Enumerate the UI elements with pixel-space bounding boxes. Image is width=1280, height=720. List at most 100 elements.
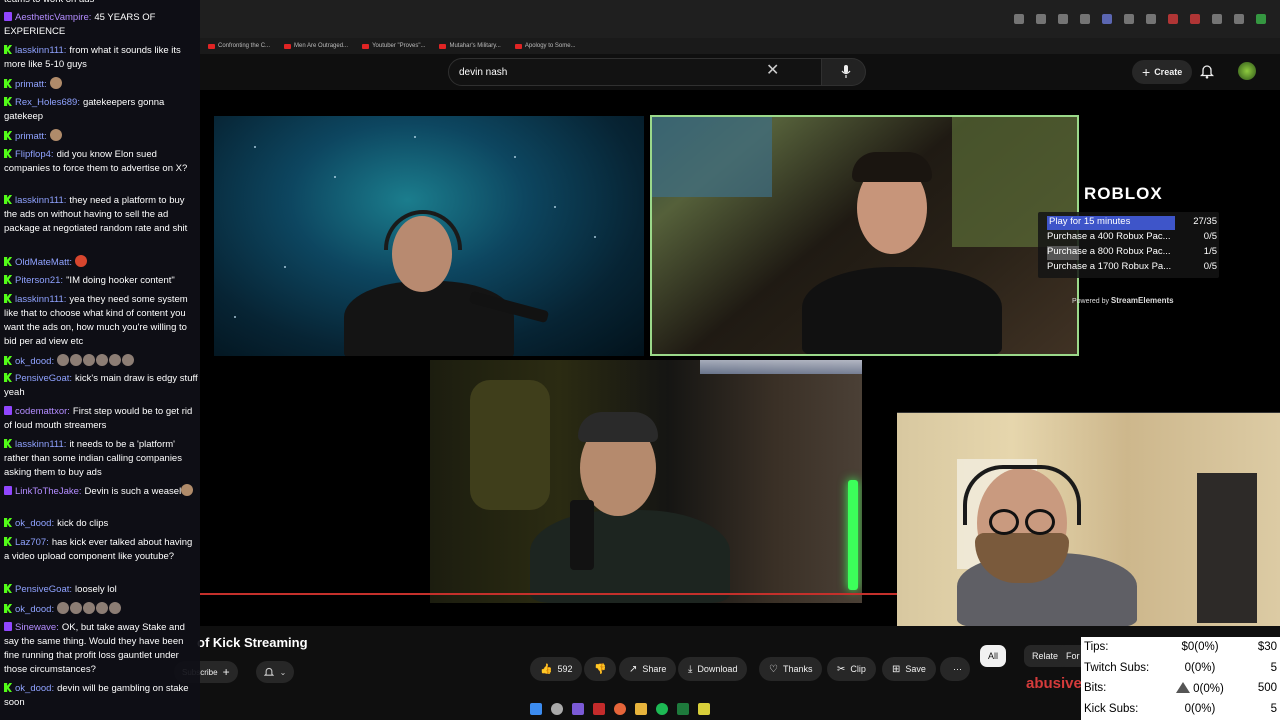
app-icon[interactable]: [593, 703, 605, 715]
search-page-icon[interactable]: [1036, 14, 1046, 24]
thumbs-up-button[interactable]: 👍 592: [530, 657, 583, 681]
chat-username[interactable]: ok_dood:: [15, 356, 54, 367]
tip-goal: 5: [1270, 661, 1277, 674]
tip-goal: 500: [1257, 682, 1277, 694]
notifications-icon[interactable]: [1200, 63, 1214, 79]
action-label: Clip: [850, 664, 866, 674]
voice-search-button[interactable]: [834, 60, 858, 84]
folder-icon[interactable]: [635, 703, 647, 715]
video-player[interactable]: [200, 90, 1280, 626]
chat-username[interactable]: LinkToTheJake:: [15, 486, 82, 497]
kick-badge-icon: [4, 45, 12, 54]
tip-value-text: $0(0%): [1181, 641, 1219, 653]
quest-name: Play for 15 minutes: [1047, 216, 1175, 230]
emote-icon: [57, 602, 70, 614]
bookmark-item[interactable]: Apology to Some...: [514, 43, 576, 49]
extension-icon[interactable]: [1168, 14, 1178, 24]
person-silhouette: [530, 510, 730, 603]
chat-message: ok_dood: kick do clips: [4, 517, 198, 531]
emote-icon: [83, 354, 96, 366]
play-icon[interactable]: [1124, 14, 1134, 24]
tip-value: $0(0%): [1160, 641, 1240, 653]
chat-username[interactable]: primatt:: [15, 131, 47, 142]
chat-username[interactable]: Flipflop4:: [15, 149, 54, 160]
notification-bell-button[interactable]: ⌄: [256, 661, 294, 683]
chat-username[interactable]: lasskinn111:: [15, 195, 66, 206]
star-icon[interactable]: [1080, 14, 1090, 24]
thanks-icon: ♡: [769, 663, 778, 675]
chat-username[interactable]: lasskinn111:: [15, 439, 66, 450]
menu-icon[interactable]: [1234, 14, 1244, 24]
powered-brand: StreamElements: [1110, 296, 1174, 305]
chat-username[interactable]: ok_dood:: [15, 518, 54, 529]
chat-text: teams to work on ads: [4, 0, 94, 5]
profile-icon[interactable]: [1256, 14, 1266, 24]
thumbs-down-icon: 👎: [594, 663, 607, 675]
chat-username[interactable]: Piterson21:: [15, 275, 63, 286]
tip-value: 0(0%): [1160, 662, 1240, 674]
chat-message: LinkToTheJake: Devin is such a weasel: [4, 484, 198, 499]
chat-message: AestheticVampire: 45 YEARS OF EXPERIENCE: [4, 11, 198, 39]
action-label: Download: [697, 664, 738, 674]
spotify-icon[interactable]: [656, 703, 668, 715]
screen: Confronting the C... Men Are Outraged... Y…: [0, 0, 1280, 720]
tip-row: Bits: 0(0%) 500: [1084, 679, 1277, 697]
thumbs-down-button[interactable]: 👎: [584, 657, 617, 681]
bookmark-item[interactable]: Mutahar's Military...: [439, 43, 501, 49]
kick-badge-icon: [4, 97, 12, 106]
clip-button[interactable]: ✂ Clip: [827, 657, 876, 681]
more-button[interactable]: ⋯: [940, 657, 970, 681]
bookmark-item[interactable]: Youtuber "Proves"...: [362, 43, 425, 49]
podcast-mic: [570, 500, 594, 570]
action-label: 592: [557, 664, 573, 674]
account-avatar[interactable]: [1238, 62, 1256, 80]
chat-message: Piterson21: "IM doing hooker content": [4, 274, 198, 288]
bookmark-item[interactable]: Confronting the C...: [208, 43, 270, 49]
search-taskbar-icon[interactable]: [551, 703, 563, 715]
zoom-icon[interactable]: [1014, 14, 1024, 24]
chat-username[interactable]: Laz707:: [15, 537, 49, 548]
chat-username[interactable]: lasskinn111:: [15, 45, 66, 56]
app-icon[interactable]: [572, 703, 584, 715]
emote-icon: [70, 354, 83, 366]
browser-icon[interactable]: [614, 703, 626, 715]
chat-username[interactable]: primatt:: [15, 79, 47, 90]
chat-username[interactable]: codemattxor:: [15, 406, 70, 417]
chat-message: ok_dood:: [4, 354, 198, 369]
chat-username[interactable]: PensiveGoat:: [15, 584, 72, 595]
excel-icon[interactable]: [677, 703, 689, 715]
app-icon[interactable]: [698, 703, 710, 715]
chat-username[interactable]: Sinewave:: [15, 622, 59, 633]
chat-username[interactable]: ok_dood:: [15, 604, 54, 615]
chat-username[interactable]: OldMateMatt:: [15, 257, 72, 268]
record-icon[interactable]: [1190, 14, 1200, 24]
chat-message: lasskinn111: from what it sounds like its…: [4, 44, 198, 72]
chat-username[interactable]: AestheticVampire:: [15, 12, 91, 23]
bookmark-item[interactable]: Men Are Outraged...: [284, 43, 348, 49]
tip-goal: 5: [1270, 702, 1277, 715]
create-button[interactable]: + Create: [1132, 60, 1193, 84]
download-button[interactable]: ⤓ Download: [678, 657, 748, 681]
chat-message: primatt:: [4, 129, 198, 144]
quest-count: 27/35: [1193, 216, 1217, 227]
chat-username[interactable]: Rex_Holes689:: [15, 97, 80, 108]
screenshot-icon[interactable]: [1058, 14, 1068, 24]
clear-search-icon[interactable]: ✕: [766, 63, 779, 79]
save-button[interactable]: ⊞ Save: [882, 657, 936, 681]
filter-chip[interactable]: All: [980, 645, 1007, 667]
edit-icon[interactable]: [1146, 14, 1156, 24]
chat-message: lasskinn111: it needs to be a 'platform' …: [4, 438, 198, 480]
video-progress-bar[interactable]: [200, 593, 897, 595]
chat-username[interactable]: ok_dood:: [15, 683, 54, 694]
share-button[interactable]: ↗ Share: [619, 657, 677, 681]
shield-icon[interactable]: [1102, 14, 1112, 24]
webcam-room-green-light: [430, 360, 862, 603]
action-label: Share: [642, 664, 667, 674]
chat-username[interactable]: lasskinn111:: [15, 294, 66, 305]
chat-username[interactable]: PensiveGoat:: [15, 373, 72, 384]
start-icon[interactable]: [530, 703, 542, 715]
quest-count: 1/5: [1203, 246, 1217, 257]
clip-icon: ✂: [837, 663, 846, 675]
puzzle-icon[interactable]: [1212, 14, 1222, 24]
thanks-button[interactable]: ♡ Thanks: [759, 657, 823, 681]
